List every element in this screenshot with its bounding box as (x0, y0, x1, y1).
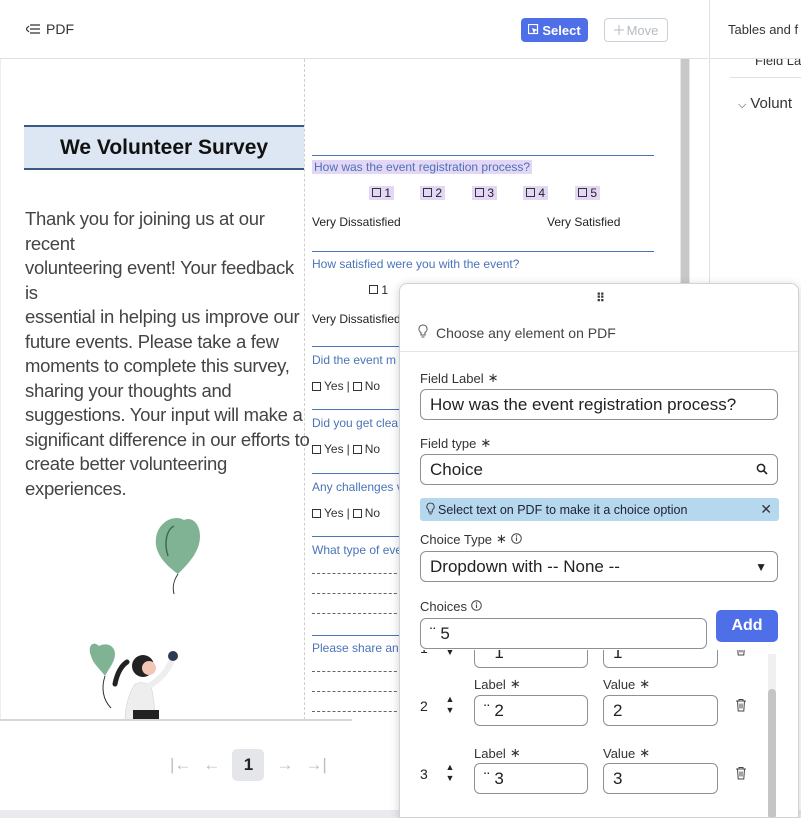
select-button[interactable]: Select (521, 18, 588, 42)
delete-icon[interactable] (735, 698, 747, 717)
choice-option-4[interactable]: 4 (523, 186, 549, 200)
row-number: 1 (420, 650, 428, 656)
section-volunteer[interactable]: ⌵ Volunt (738, 95, 792, 112)
reorder-arrows-icon[interactable]: ▲▼ (444, 762, 456, 784)
field-type-title: Field type ∗ (420, 435, 492, 451)
label-title: Label ∗ (474, 676, 521, 692)
yes-no-options[interactable]: Yes | No (312, 442, 380, 456)
choice-label-input[interactable]: ¨ 3 (474, 763, 588, 794)
question-rule (312, 346, 402, 347)
right-panel-title: Tables and f (728, 22, 799, 37)
choices-scrollbar-thumb[interactable] (768, 689, 776, 817)
label-title: Label ∗ (474, 745, 521, 761)
divider (730, 77, 801, 78)
field-type-select[interactable]: Choice (420, 454, 778, 485)
first-page-icon[interactable]: |← (170, 755, 191, 775)
answer-line (312, 573, 402, 574)
choice-type-select[interactable]: Dropdown with -- None -- ▼ (420, 551, 778, 582)
question-rule (312, 635, 402, 636)
answer-line (312, 671, 402, 672)
yes-no-options[interactable]: Yes | No (312, 379, 380, 393)
current-page[interactable]: 1 (232, 749, 265, 781)
search-icon (756, 460, 768, 480)
volunteer-illustration (89, 514, 239, 720)
cursor-select-icon (528, 23, 539, 38)
answer-line (312, 613, 402, 614)
yes-no-options[interactable]: Yes | No (312, 506, 380, 520)
row-number: 2 (420, 698, 428, 714)
choice-label-input[interactable]: ¨ 2 (474, 695, 588, 726)
right-panel-header: Tables and f (709, 0, 801, 59)
question-rule (312, 251, 654, 252)
choice-value-input[interactable]: 3 (603, 763, 718, 794)
field-label-partial: Field La (755, 59, 801, 68)
choice-option-5[interactable]: 5 (575, 186, 601, 200)
info-icon[interactable] (511, 532, 522, 547)
lightbulb-icon (426, 502, 435, 518)
chevron-down-icon: ⌵ (738, 99, 747, 111)
pdf-menu-toggle[interactable]: PDF (25, 21, 74, 37)
divider (400, 351, 798, 352)
value-title: Value ∗ (603, 676, 651, 692)
choice-option[interactable]: 1 (369, 283, 388, 297)
question-rule (312, 536, 402, 537)
last-page-icon[interactable]: →| (305, 755, 326, 775)
question-2[interactable]: How satisfied were you with the event? (312, 257, 519, 271)
scale-high-label[interactable]: Very Satisfied (547, 215, 620, 229)
pdf-toolbar: PDF Select Move (0, 0, 708, 59)
choice-option-2[interactable]: 2 (420, 186, 446, 200)
move-icon (613, 23, 624, 38)
pdf-label: PDF (46, 21, 74, 37)
choices-input[interactable]: ¨ 5 (420, 618, 707, 649)
dropdown-arrow-icon: ▼ (755, 559, 767, 574)
delete-icon[interactable] (735, 650, 747, 661)
choices-list: 1 ▲▼ ¨ 1 1 Label∗ Value∗ 2 ▲▼ ¨ 2 2 Labe… (400, 650, 770, 817)
collapse-menu-icon (25, 21, 40, 37)
pick-element-hint: Choose any element on PDF (418, 324, 616, 341)
field-label-title: Field Label ∗ (420, 370, 499, 386)
move-button[interactable]: Move (604, 18, 668, 42)
row-number: 3 (420, 766, 428, 782)
choice-value-input[interactable]: 1 (603, 650, 718, 668)
choice-option-3[interactable]: 3 (472, 186, 498, 200)
add-choice-button[interactable]: Add (716, 610, 778, 642)
scale-low-label[interactable]: Very Dissatisfied (312, 215, 401, 229)
prev-page-icon[interactable]: ← (203, 755, 220, 775)
value-title: Value ∗ (603, 745, 651, 761)
reorder-arrows-icon[interactable]: ▲▼ (444, 694, 456, 716)
choice-type-title: Choice Type ∗ (420, 531, 522, 547)
field-editor-panel: ⠿ Choose any element on PDF Field Label ∗… (399, 283, 799, 818)
question-rule (312, 473, 402, 474)
page-bottom-edge (0, 719, 352, 721)
question-1[interactable]: How was the event registration process? (312, 160, 533, 174)
answer-line (312, 593, 402, 594)
scale-low-label[interactable]: Very Dissatisfied (312, 312, 401, 326)
lightbulb-icon (418, 324, 428, 341)
close-icon[interactable]: ✕ (760, 501, 772, 518)
question-6[interactable]: What type of eve (312, 543, 402, 557)
pagination: |← ← 1 → →| (170, 749, 327, 781)
question-3[interactable]: Did the event m (312, 353, 396, 367)
question-7[interactable]: Please share any (312, 641, 405, 655)
drag-handle-icon[interactable]: ⠿ (400, 291, 798, 305)
choice-hint-banner: Select text on PDF to make it a choice o… (420, 498, 779, 521)
delete-icon[interactable] (735, 766, 747, 785)
question-5[interactable]: Any challenges v (312, 480, 403, 494)
choices-title: Choices (420, 599, 482, 614)
answer-line (312, 711, 402, 712)
choice-label-input[interactable]: ¨ 1 (474, 650, 588, 668)
question-rule (312, 155, 654, 156)
reorder-arrows-icon[interactable]: ▲▼ (444, 650, 456, 658)
choice-option-1[interactable]: 1 (369, 186, 395, 200)
field-label-input[interactable]: How was the event registration process? (420, 389, 778, 420)
answer-line (312, 691, 402, 692)
choice-value-input[interactable]: 2 (603, 695, 718, 726)
next-page-icon[interactable]: → (276, 755, 293, 775)
question-rule (312, 409, 402, 410)
question-4[interactable]: Did you get clea (312, 416, 398, 430)
survey-intro[interactable]: Thank you for joining us at our recent v… (25, 207, 310, 501)
info-icon[interactable] (471, 599, 482, 614)
survey-title[interactable]: We Volunteer Survey (24, 125, 304, 170)
